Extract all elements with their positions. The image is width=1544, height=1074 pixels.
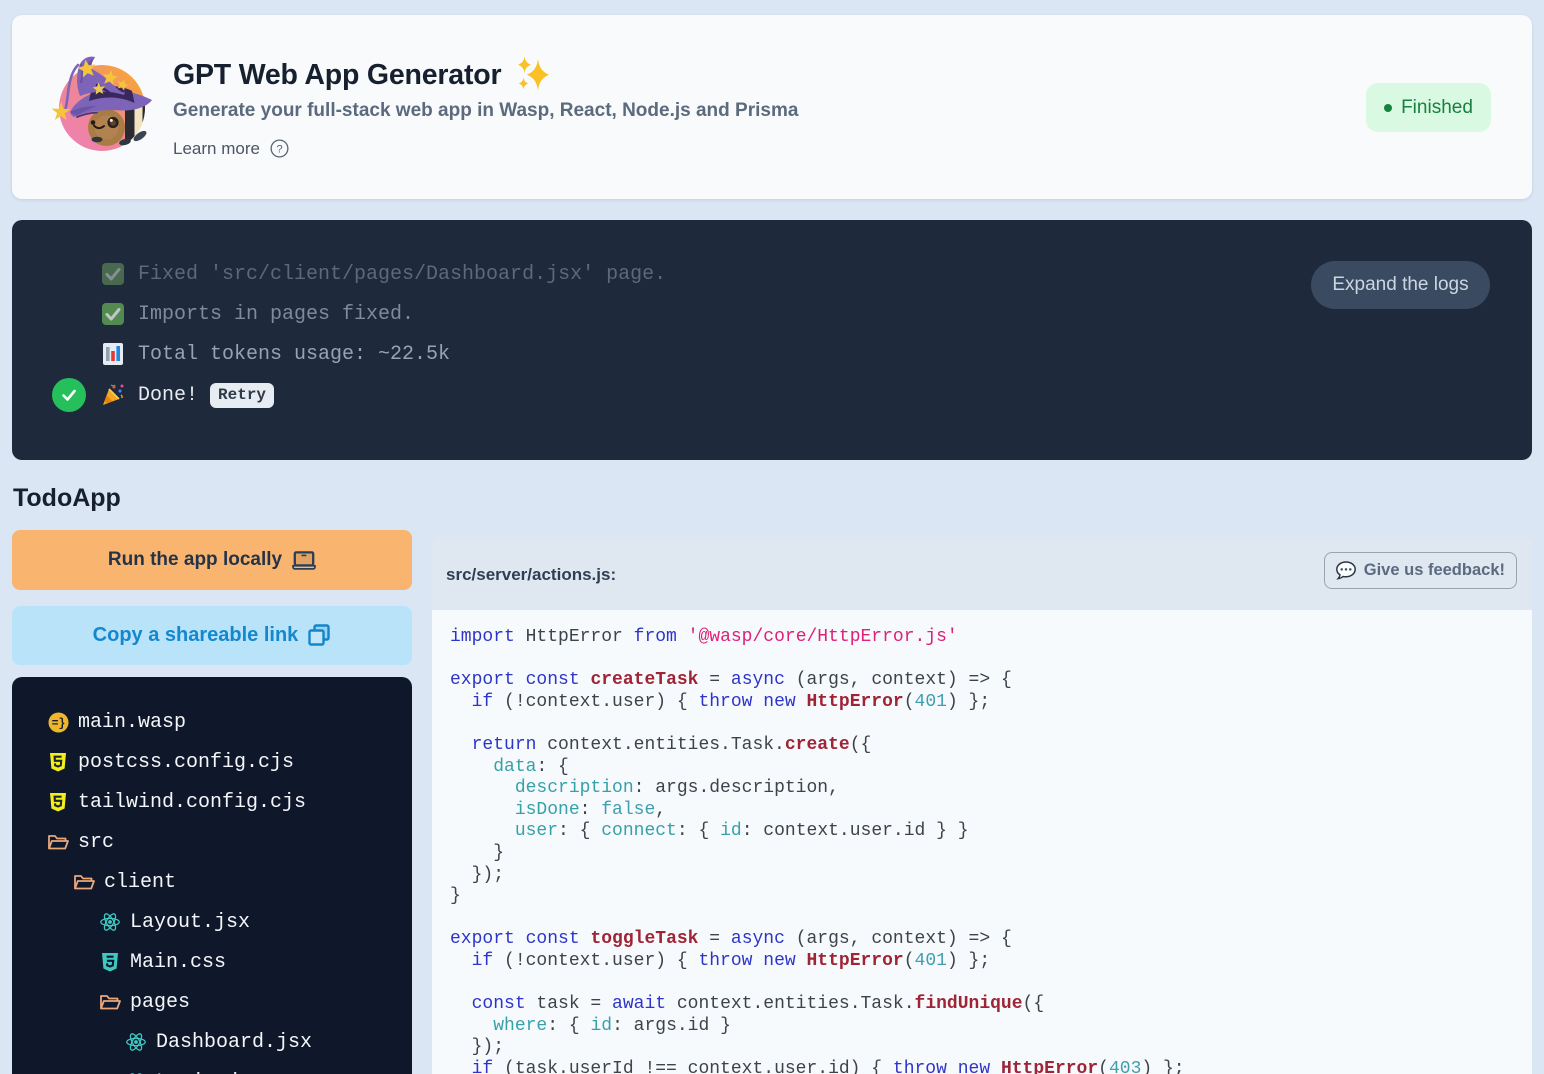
- svg-text:?: ?: [276, 143, 282, 155]
- svg-text:=}: =}: [51, 717, 65, 730]
